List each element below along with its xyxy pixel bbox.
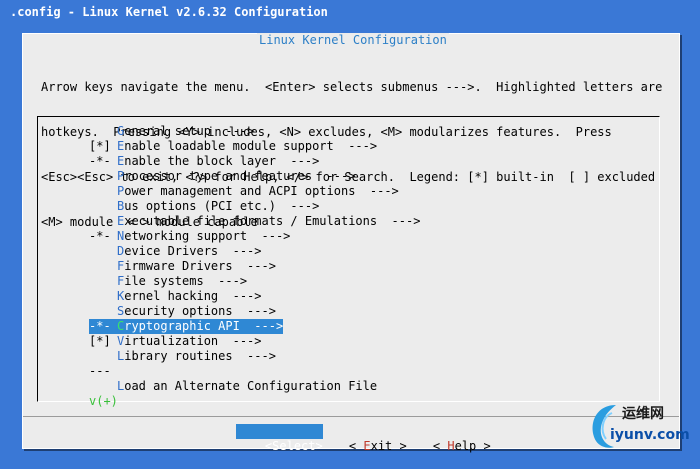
menu-item-label: ernel hacking ---> [124, 289, 262, 303]
exit-hotkey: E [363, 439, 371, 453]
menu-item[interactable]: File systems ---> [89, 274, 247, 289]
menu-item[interactable]: General setup ---> [89, 124, 254, 139]
dialog-title: Linux Kernel Configuration [257, 33, 449, 47]
menu-item[interactable]: -*- Networking support ---> [89, 229, 290, 244]
select-label-rest: elect [279, 439, 316, 453]
button-separator [23, 416, 679, 417]
menu-item[interactable]: [*] Virtualization ---> [89, 334, 262, 349]
scroll-more-indicator: v(+) [89, 394, 118, 408]
menu-item-label: ower management and ACPI options ---> [124, 184, 399, 198]
menu-item[interactable]: [*] Enable loadable module support ---> [89, 139, 377, 154]
menu-item[interactable]: Security options ---> [89, 304, 276, 319]
window-title: .config - Linux Kernel v2.6.32 Configura… [10, 5, 328, 19]
help-close-bracket: > [476, 439, 491, 453]
menu-item-label: ile systems ---> [124, 274, 248, 288]
menu-item-status: --- [89, 364, 111, 378]
exit-button[interactable]: < Exit > [320, 424, 407, 453]
menu-item-label: ryptographic API ---> [124, 319, 284, 333]
menu-item-label: eneral setup ---> [124, 124, 255, 138]
exit-open-bracket: < [348, 439, 364, 453]
menu-item[interactable]: Bus options (PCI etc.) ---> [89, 199, 319, 214]
menu-item-label: oad an Alternate Configuration File [124, 379, 378, 393]
help-label-rest: elp [454, 439, 477, 453]
menu-item-label: etworking support ---> [124, 229, 291, 243]
menu-item-status: [*] [89, 334, 111, 348]
menu-item-label: nable the block layer ---> [124, 154, 320, 168]
swoosh-logo-icon [592, 405, 616, 448]
menu-item-label: irmware Drivers ---> [124, 259, 276, 273]
menu-item[interactable]: Device Drivers ---> [89, 244, 262, 259]
menu-item[interactable]: Executable file formats / Emulations ---… [89, 214, 420, 229]
menu-item[interactable]: Firmware Drivers ---> [89, 259, 276, 274]
menu-item[interactable]: -*- Cryptographic API ---> [89, 319, 284, 334]
select-button[interactable]: <Select> [236, 424, 323, 453]
menu-item[interactable]: --- [89, 364, 117, 379]
menu-item-status: -*- [89, 154, 111, 168]
menu-item-status: -*- [89, 319, 111, 333]
menu-item-label: irtualization ---> [124, 334, 262, 348]
menu-item[interactable]: Processor type and features ---> [89, 169, 355, 184]
help-open-bracket: < [432, 439, 448, 453]
menu-item[interactable]: Kernel hacking ---> [89, 289, 262, 304]
menu-item[interactable]: Library routines ---> [89, 349, 276, 364]
menu-item-label: us options (PCI etc.) ---> [124, 199, 320, 213]
menu-item-label: ibrary routines ---> [124, 349, 276, 363]
menu-item-label: nable loadable module support ---> [124, 139, 378, 153]
menu-item[interactable]: -*- Enable the block layer ---> [89, 154, 319, 169]
site-watermark: 运维网 iyunv.com [586, 399, 694, 451]
watermark-bottom-text: iyunv.com [610, 427, 690, 443]
exit-label-rest: xit [370, 439, 393, 453]
menu-item-label: rocessor type and features ---> [124, 169, 356, 183]
help-hotkey: H [447, 439, 455, 453]
help-line: Arrow keys navigate the menu. <Enter> se… [41, 80, 663, 94]
menu-item-status: -*- [89, 229, 111, 243]
menu-item-status: [*] [89, 139, 111, 153]
watermark-top-text: 运维网 [622, 406, 664, 422]
menu-item[interactable]: Power management and ACPI options ---> [89, 184, 399, 199]
menu-item[interactable]: Load an Alternate Configuration File [89, 379, 377, 394]
help-button[interactable]: < Help > [404, 424, 491, 453]
menu-item-label: xecutable file formats / Emulations ---> [124, 214, 421, 228]
kernel-config-dialog: Linux Kernel Configuration Arrow keys na… [22, 33, 680, 453]
menu-item-label: ecurity options ---> [124, 304, 276, 318]
menu-item-label: evice Drivers ---> [124, 244, 262, 258]
